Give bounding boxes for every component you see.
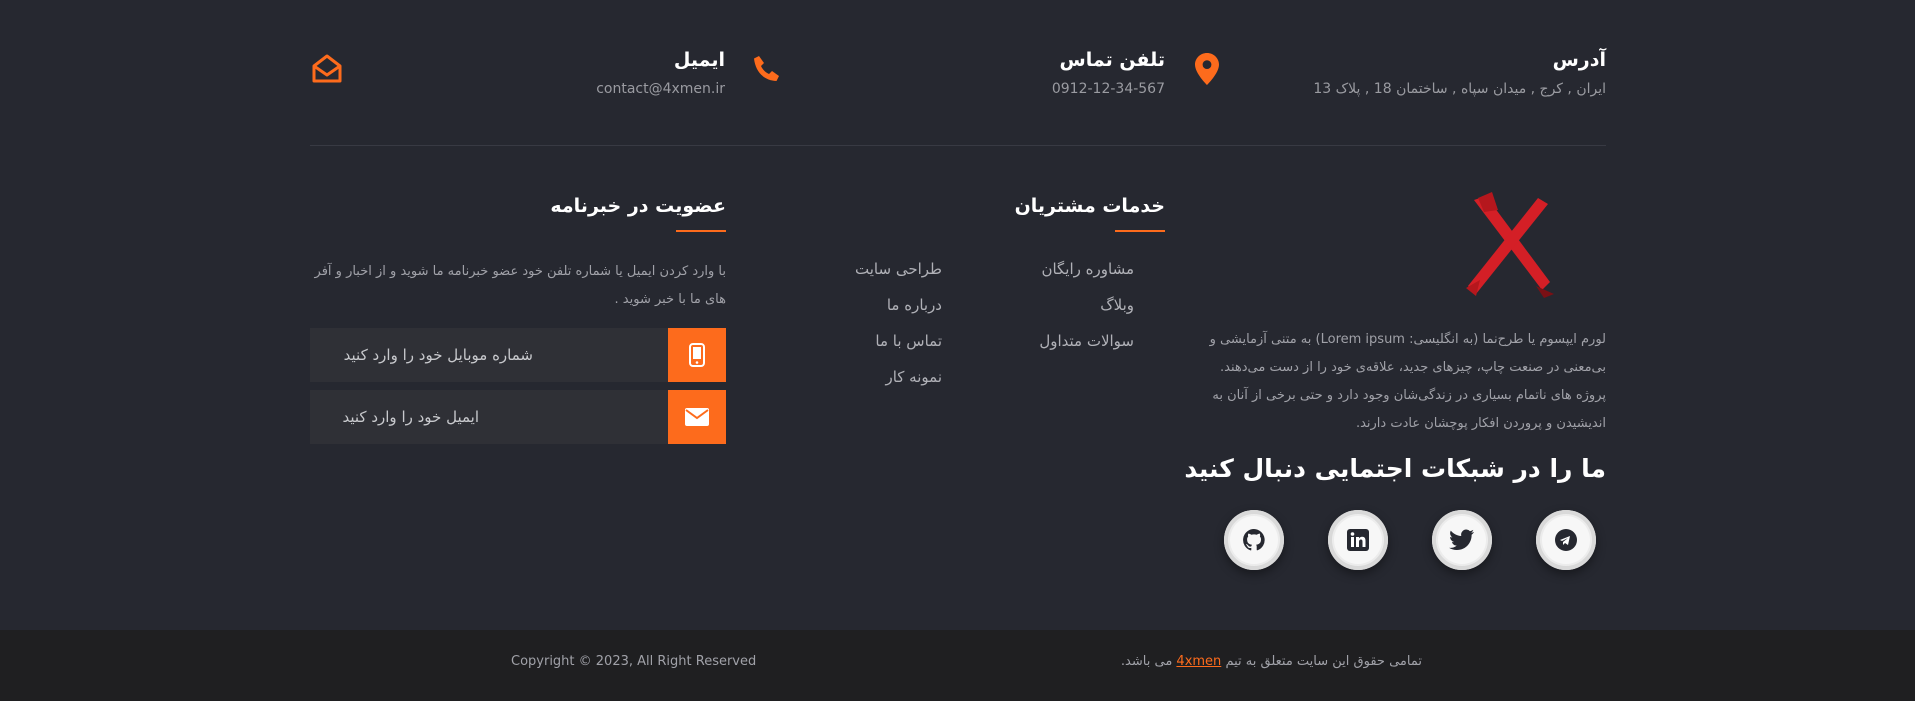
address-block: آدرس ایران , کرج , میدان سپاه , ساختمان … <box>1313 46 1606 100</box>
email-title: ایمیل <box>673 49 725 71</box>
email-field[interactable]: ایمیل خود را وارد کنید <box>310 390 726 444</box>
envelope-open-icon <box>310 52 344 86</box>
link-faq[interactable]: سوالات متداول <box>1039 332 1134 350</box>
linkedin-icon[interactable] <box>1328 510 1388 570</box>
twitter-icon[interactable] <box>1432 510 1492 570</box>
footer-middle: لورم ایپسوم یا طرح‌نما (به انگلیسی: Lore… <box>310 146 1606 630</box>
link-web-design[interactable]: طراحی سایت <box>855 260 942 278</box>
newsletter-underline <box>676 230 726 232</box>
contact-strip: آدرس ایران , کرج , میدان سپاه , ساختمان … <box>310 0 1606 146</box>
link-blog[interactable]: وبلاگ <box>1100 296 1134 314</box>
bottom-bar: تمامی حقوق این سایت متعلق به تیم 4xmen م… <box>0 630 1915 701</box>
services-underline <box>1115 230 1165 232</box>
4xmen-x-logo[interactable] <box>1458 190 1558 300</box>
address-title: آدرس <box>1552 49 1606 71</box>
newsletter-title: عضویت در خبرنامه <box>550 195 726 217</box>
rights-text-after: می باشد. <box>1120 654 1173 669</box>
link-portfolio[interactable]: نمونه کار <box>885 368 942 386</box>
rights-text-before: تمامی حقوق این سایت متعلق به تیم <box>1225 654 1422 669</box>
phone-title: تلفن تماس <box>1059 49 1165 71</box>
mobile-phone-icon[interactable] <box>668 328 726 382</box>
about-text: لورم ایپسوم یا طرح‌نما (به انگلیسی: Lore… <box>1209 332 1606 431</box>
newsletter-text: با وارد کردن ایمیل یا شماره تلفن خود عضو… <box>314 264 726 307</box>
envelope-icon[interactable] <box>668 390 726 444</box>
copyright-text: Copyright © 2023, All Right Reserved <box>511 654 757 669</box>
mobile-field[interactable]: شماره موبایل خود را وارد کنید <box>310 328 726 382</box>
brand-link[interactable]: 4xmen <box>1176 654 1221 669</box>
services-title: خدمات مشتریان <box>1014 195 1165 217</box>
rights-text: تمامی حقوق این سایت متعلق به تیم 4xmen م… <box>1121 654 1422 669</box>
address-value: ایران , کرج , میدان سپاه , ساختمان 18 , … <box>1313 81 1606 97</box>
phone-value[interactable]: 0912-12-34-567 <box>1052 78 1165 100</box>
link-contact-us[interactable]: تماس با ما <box>875 332 942 350</box>
email-input-placeholder: ایمیل خود را وارد کنید <box>342 408 480 426</box>
newsletter-column: عضویت در خبرنامه با وارد کردن ایمیل یا ش… <box>310 146 726 630</box>
phone-icon <box>750 52 784 86</box>
social-links <box>1196 510 1596 572</box>
email-block: ایمیل contact@4xmen.ir <box>596 46 725 100</box>
email-value[interactable]: contact@4xmen.ir <box>596 78 725 100</box>
phone-block: تلفن تماس 0912-12-34-567 <box>1052 46 1165 100</box>
link-free-consult[interactable]: مشاوره رایگان <box>1041 260 1134 278</box>
mobile-input-placeholder: شماره موبایل خود را وارد کنید <box>343 346 533 364</box>
telegram-icon[interactable] <box>1536 510 1596 570</box>
map-marker-icon <box>1190 52 1224 86</box>
link-about-us[interactable]: درباره ما <box>887 296 942 314</box>
github-icon[interactable] <box>1224 510 1284 570</box>
follow-title: ما را در شبکات اجتمایی دنبال کنید <box>1184 454 1606 483</box>
